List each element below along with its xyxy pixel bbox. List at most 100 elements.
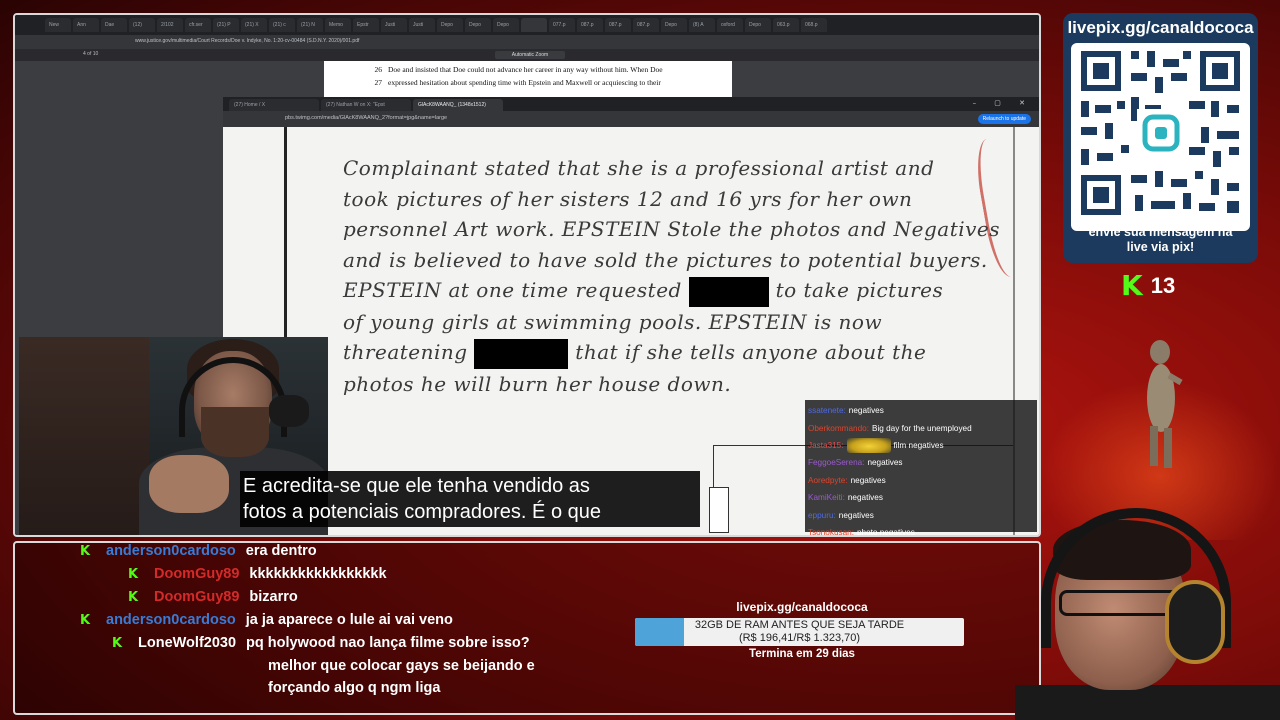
goal-title: livepix.gg/canaldococa xyxy=(736,600,868,614)
browser-tab: 087.p xyxy=(577,18,603,32)
chat-text-continuation: forçando algo q ngm liga xyxy=(268,680,441,696)
chat-text: era dentro xyxy=(245,543,317,559)
browser-tab: (21) N xyxy=(297,18,323,32)
browser-tab: cfr.ser xyxy=(185,18,211,32)
video-chat-text: Big day for the unemployed xyxy=(871,423,972,433)
subtitle-box: E acredita-se que ele tenha vendido as f… xyxy=(240,471,700,527)
qr-code-icon xyxy=(1071,43,1250,231)
browser-tab: (27) Home / X xyxy=(229,99,319,111)
redaction-block xyxy=(688,276,769,307)
video-chat-message: FeggoeSerena: negatives xyxy=(808,454,1037,471)
cocaster-webcam xyxy=(1015,500,1280,720)
chat-username: DoomGuy89 xyxy=(154,589,240,605)
chat-text: kkkkkkkkkkkkkkkkk xyxy=(249,566,387,582)
pdf-line-text: Doe and insisted that Doe could not adva… xyxy=(388,65,663,74)
kick-badge-icon: K xyxy=(80,544,91,559)
chat-message: K LoneWolf2030 pq holywood nao lança filme… xyxy=(80,635,620,658)
pdf-line: 27 expressed hesitation about spending t… xyxy=(324,78,724,87)
video-chat-text: negatives xyxy=(847,493,883,503)
video-chat-text: negatives xyxy=(867,458,903,468)
goal-label: 32GB DE RAM ANTES QUE SEJA TARDE (R$ 196… xyxy=(635,619,964,645)
browser-tab: Dae xyxy=(101,18,127,32)
subtitle-line: E acredita-se que ele tenha vendido as xyxy=(243,475,590,497)
pdf-line: 26 Doe and insisted that Doe could not a… xyxy=(324,65,724,74)
handwritten-line: and is believed to have sold the picture… xyxy=(343,247,988,272)
browser-tab: Depo xyxy=(493,18,519,32)
browser-tab: (12) xyxy=(129,18,155,32)
browser-tab: Justi xyxy=(381,18,407,32)
pdf-line-text: expressed hesitation about spending time… xyxy=(388,78,661,87)
chat-text: pq holywood nao lança filme sobre isso? xyxy=(246,635,530,651)
video-chat-username: Aoredpyte: xyxy=(808,475,848,485)
video-chat-text: negatives xyxy=(850,475,886,485)
browser-tab xyxy=(521,18,547,32)
pdf-zoom-select: Automatic Zoom xyxy=(495,51,565,59)
video-chat-message: Aoredpyte: negatives xyxy=(808,472,1037,489)
chat-text: ja ja aparece o lule ai vai veno xyxy=(245,612,453,628)
browser-tab: 063.p xyxy=(773,18,799,32)
video-chat-username: Jasta315: xyxy=(808,440,844,450)
goal-label-line: (R$ 196,41/R$ 1.323,70) xyxy=(738,632,861,644)
subtitle-line: fotos a potenciais compradores. É o que xyxy=(243,501,601,523)
video-chat-message: eppuru: negatives xyxy=(808,506,1037,523)
browser-tab: (27) Nathan W on X: "Epst xyxy=(321,99,411,111)
chat-text: bizarro xyxy=(249,589,298,605)
chat-username: DoomGuy89 xyxy=(154,566,240,582)
browser-tab: (21) P xyxy=(213,18,239,32)
kick-badge-icon: K xyxy=(128,567,139,582)
browser-tab: oxford xyxy=(717,18,743,32)
handwritten-segment: to take pictures xyxy=(775,278,944,302)
handwritten-statement: Complainant stated that she is a profess… xyxy=(343,153,1001,399)
video-chat-message: ssatenete: negatives xyxy=(808,402,1037,419)
pdf-browser-addressbar: www.justice.gov/multimedia/Court Records… xyxy=(15,35,1039,49)
kick-viewer-count: 13 xyxy=(1150,273,1176,298)
video-chat-text: negatives xyxy=(848,406,884,416)
image-browser-tabstrip: (27) Home / X (27) Nathan W on X: "Epst Gl… xyxy=(223,97,1039,111)
browser-tab: (8) A xyxy=(689,18,715,32)
pdf-line-number: 27 xyxy=(374,78,383,87)
video-chat-message: Tsonokusan: photo negatives xyxy=(808,524,1037,537)
browser-tab: Depo xyxy=(745,18,771,32)
kick-badge-icon: K xyxy=(128,590,139,605)
browser-tab: New xyxy=(45,18,71,32)
handwritten-line: personnel Art work. EPSTEIN Stole the ph… xyxy=(343,217,1001,241)
video-chat-text: film negatives xyxy=(893,440,944,450)
browser-tab: Depo xyxy=(465,18,491,32)
handwritten-line: Complainant stated that she is a profess… xyxy=(343,156,935,180)
browser-tab: Memo xyxy=(325,18,351,32)
video-chat-username: ssatenete: xyxy=(808,406,846,416)
handwritten-line: threatening that if she tells anyone abo… xyxy=(343,337,983,369)
browser-tab: (21) X xyxy=(241,18,267,32)
scan-form-box xyxy=(709,487,729,533)
pdf-document-page: 26 Doe and insisted that Doe could not a… xyxy=(324,61,732,97)
pdf-url-text: www.justice.gov/multimedia/Court Records… xyxy=(135,38,360,44)
video-chat-username: eppuru: xyxy=(808,510,836,520)
video-chat-text: photo negatives xyxy=(856,527,915,537)
browser-tab: Ann xyxy=(73,18,99,32)
chat-text-continuation: melhor que colocar gays se beijando e xyxy=(268,658,535,674)
goal-deadline: Termina em 29 dias xyxy=(749,648,855,660)
livepix-url: livepix.gg/canaldococa xyxy=(1067,18,1254,37)
kick-chat-list: Kanderson0cardoso era dentro K DoomGuy89 kkk… xyxy=(80,543,620,702)
browser-tab: Depo xyxy=(661,18,687,32)
video-chat-message: Oberkommando: Big day for the unemployed xyxy=(808,419,1037,436)
headset-earcup-icon xyxy=(1165,580,1225,664)
browser-tab: 077.p xyxy=(549,18,575,32)
browser-tab: Depo xyxy=(437,18,463,32)
chat-message: Kanderson0cardoso era dentro xyxy=(80,543,620,566)
video-chat-username: Tsonokusan: xyxy=(808,527,854,537)
goal-label-line: 32GB DE RAM ANTES QUE SEJA TARDE xyxy=(694,619,905,631)
handwritten-segment: EPSTEIN at one time requested xyxy=(343,278,682,302)
microphone-icon xyxy=(269,395,309,427)
kick-viewer-counter: K 13 xyxy=(1121,272,1175,300)
kick-badge-icon: K xyxy=(80,613,91,628)
pdf-browser-tabstrip: New Ann Dae (12) 2/102 cfr.ser (21) P (21) X (21… xyxy=(15,15,1039,35)
chat-username: anderson0cardoso xyxy=(106,543,236,559)
pdf-line-number: 26 xyxy=(374,65,383,74)
kick-badge-icon: K xyxy=(112,636,123,651)
video-chat-message: Jasta315: film negatives xyxy=(808,437,1037,454)
browser-tab: (21) c xyxy=(269,18,295,32)
handwritten-line: took pictures of her sisters 12 and 16 y… xyxy=(343,186,913,211)
chat-message: Kanderson0cardoso ja ja aparece o lule ai… xyxy=(80,612,620,635)
pdf-viewer-toolbar: 4 of 10 Automatic Zoom xyxy=(15,49,1039,61)
